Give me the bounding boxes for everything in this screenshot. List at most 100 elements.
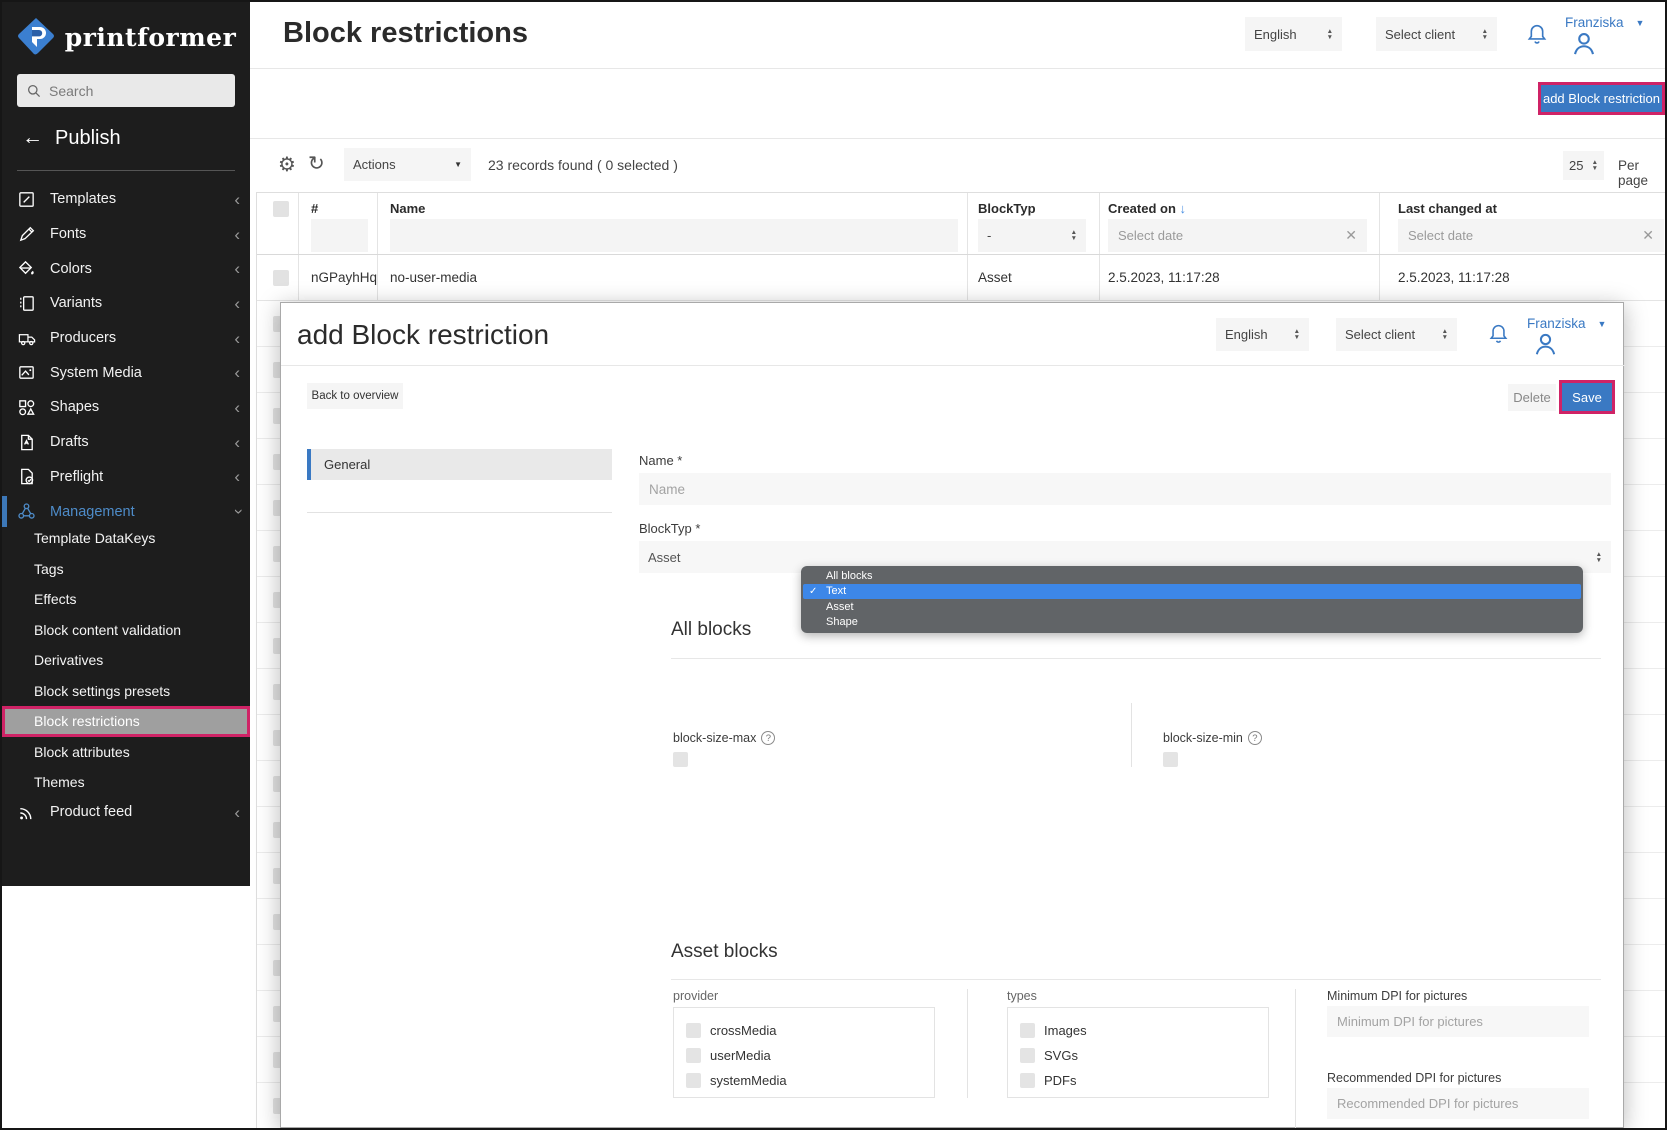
fonts-icon (17, 224, 39, 244)
changed-date-filter[interactable]: Select date ✕ (1398, 219, 1664, 252)
chevron-left-icon: ‹ (234, 330, 240, 347)
min-dpi-input[interactable] (1327, 1006, 1589, 1037)
provider-option: userMedia (686, 1043, 934, 1068)
sidebar-item-tags[interactable]: Tags (2, 554, 250, 585)
min-dpi-label: Minimum DPI for pictures (1327, 989, 1467, 1003)
refresh-icon[interactable]: ↻ (308, 151, 325, 175)
chevron-down-icon: ▼ (1598, 319, 1607, 329)
sidebar-divider (17, 170, 235, 171)
tab-general[interactable]: General (307, 449, 612, 480)
col-created[interactable]: Created on ↓ (1108, 201, 1186, 216)
system-media-icon (17, 363, 39, 383)
chevron-left-icon: ‹ (234, 468, 240, 485)
logo[interactable]: printformer (2, 2, 250, 60)
per-page-label: Per page (1618, 158, 1665, 188)
col-changed[interactable]: Last changed at (1398, 201, 1497, 216)
select-all-checkbox[interactable] (273, 201, 289, 217)
block-size-min-checkbox[interactable] (1163, 752, 1178, 767)
sidebar-item-effects[interactable]: Effects (2, 584, 250, 615)
per-page-select[interactable]: 25 ▲▼ (1563, 151, 1604, 180)
blocktyp-filter-select[interactable]: - ▲▼ (978, 219, 1086, 252)
row-blocktyp: Asset (978, 270, 1012, 285)
save-button[interactable]: Save (1562, 383, 1612, 411)
notifications-bell-icon[interactable] (1488, 323, 1509, 351)
search-input[interactable] (49, 83, 209, 99)
sidebar-item-colors[interactable]: Colors ‹ (2, 251, 250, 286)
types-label: types (1007, 989, 1037, 1003)
sidebar-item-variants[interactable]: Variants ‹ (2, 286, 250, 321)
table-row[interactable]: nGPayhHq no-user-media Asset 2.5.2023, 1… (257, 255, 1665, 301)
clear-icon[interactable]: ✕ (1642, 227, 1654, 244)
types-options: Images SVGs PDFs (1007, 1007, 1269, 1098)
back-arrow-icon: ← (22, 126, 43, 150)
management-icon (17, 502, 39, 522)
back-to-publish[interactable]: ← Publish (22, 126, 121, 150)
modal-language-select[interactable]: English ▲▼ (1216, 318, 1309, 351)
block-size-max-checkbox[interactable] (673, 752, 688, 767)
sidebar-item-derivatives[interactable]: Derivatives (2, 645, 250, 676)
name-input[interactable] (639, 473, 1611, 505)
dropdown-option-asset[interactable]: Asset (801, 599, 1583, 615)
user-avatar-icon[interactable] (1532, 331, 1559, 363)
sidebar-item-template-datakeys[interactable]: Template DataKeys (2, 523, 250, 554)
updown-arrows-icon: ▲▼ (1327, 29, 1333, 40)
settings-gear-icon[interactable]: ⚙ (278, 152, 296, 176)
sidebar-item-fonts[interactable]: Fonts ‹ (2, 217, 250, 252)
svgs-checkbox[interactable] (1020, 1048, 1035, 1063)
sidebar-item-preflight[interactable]: Preflight ‹ (2, 460, 250, 495)
search-box[interactable] (17, 74, 235, 107)
sidebar-item-block-content-validation[interactable]: Block content validation (2, 615, 250, 646)
id-filter-input[interactable] (311, 219, 368, 252)
logo-text: printformer (65, 23, 237, 52)
sidebar-item-producers[interactable]: Producers ‹ (2, 321, 250, 356)
actions-select[interactable]: Actions ▼ (344, 148, 471, 181)
modal-title: add Block restriction (297, 319, 549, 351)
name-filter-input[interactable] (390, 219, 958, 252)
col-id[interactable]: # (311, 201, 318, 216)
user-menu[interactable]: Franziska ▼ (1527, 316, 1606, 331)
shapes-icon (17, 397, 39, 417)
sidebar-item-block-restrictions[interactable]: Block restrictions (2, 706, 250, 737)
sidebar-item-templates[interactable]: Templates ‹ (2, 182, 250, 217)
clear-icon[interactable]: ✕ (1345, 227, 1357, 244)
row-checkbox[interactable] (273, 270, 289, 286)
systemmedia-checkbox[interactable] (686, 1073, 701, 1088)
check-icon: ✓ (809, 586, 817, 597)
dropdown-option-text[interactable]: ✓Text (803, 584, 1581, 600)
images-checkbox[interactable] (1020, 1023, 1035, 1038)
user-avatar-icon[interactable] (1570, 30, 1598, 58)
chevron-down-icon: ▼ (1636, 18, 1645, 28)
delete-button[interactable]: Delete (1508, 384, 1556, 411)
dropdown-option-shape[interactable]: Shape (801, 615, 1583, 631)
col-blocktyp[interactable]: BlockTyp (978, 201, 1036, 216)
sidebar-item-block-attributes[interactable]: Block attributes (2, 737, 250, 768)
sidebar-item-system-media[interactable]: System Media ‹ (2, 355, 250, 390)
search-icon (26, 83, 42, 99)
sort-desc-icon: ↓ (1180, 201, 1187, 216)
add-block-restriction-button[interactable]: add Block restriction (1541, 85, 1662, 112)
user-menu[interactable]: Franziska ▼ (1565, 15, 1644, 30)
dropdown-option-all-blocks[interactable]: All blocks (801, 568, 1583, 584)
sidebar-item-themes[interactable]: Themes (2, 767, 250, 798)
notifications-bell-icon[interactable] (1526, 23, 1548, 47)
client-select[interactable]: Select client ▲▼ (1376, 17, 1497, 51)
colors-icon (17, 259, 39, 279)
sidebar-item-shapes[interactable]: Shapes ‹ (2, 390, 250, 425)
sidebar-item-block-settings-presets[interactable]: Block settings presets (2, 676, 250, 707)
chevron-left-icon: ‹ (234, 191, 240, 208)
created-date-filter[interactable]: Select date ✕ (1108, 219, 1367, 252)
usermedia-checkbox[interactable] (686, 1048, 701, 1063)
back-to-overview-button[interactable]: Back to overview (307, 383, 403, 409)
chevron-down-icon: ‹ (229, 509, 246, 515)
col-name[interactable]: Name (390, 201, 425, 216)
sidebar-item-product-feed[interactable]: Product feed ‹ (2, 795, 250, 830)
sidebar-nav: Templates ‹ Fonts ‹ Colors ‹ Variants ‹ … (2, 182, 250, 529)
type-option: PDFs (1020, 1068, 1268, 1093)
rec-dpi-input[interactable] (1327, 1088, 1589, 1119)
sidebar-item-drafts[interactable]: Drafts ‹ (2, 425, 250, 460)
crossmedia-checkbox[interactable] (686, 1023, 701, 1038)
modal-client-select[interactable]: Select client ▲▼ (1336, 318, 1457, 351)
rec-dpi-label: Recommended DPI for pictures (1327, 1071, 1501, 1085)
language-select[interactable]: English ▲▼ (1245, 17, 1342, 51)
pdfs-checkbox[interactable] (1020, 1073, 1035, 1088)
